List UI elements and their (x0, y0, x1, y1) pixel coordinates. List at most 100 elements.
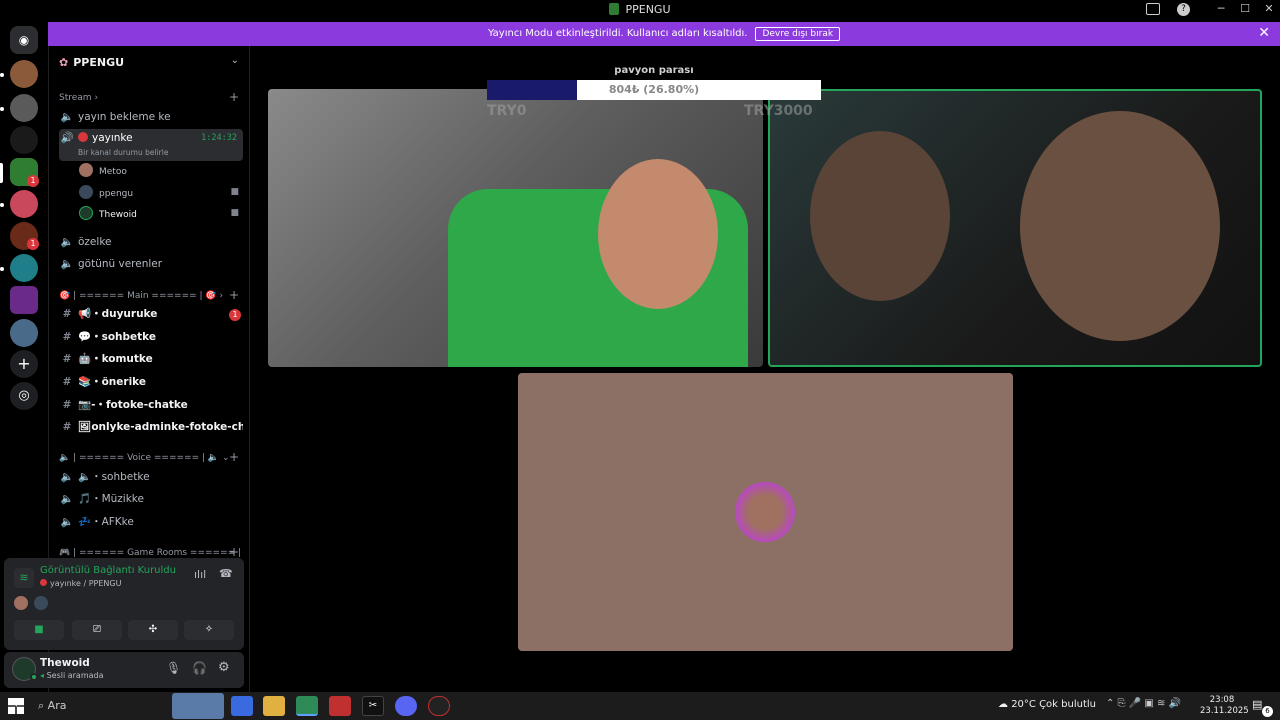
text-channel[interactable]: # 📢・duyuruke (59, 304, 243, 324)
clock[interactable]: 23:08 23.11.2025 (1200, 695, 1249, 717)
video-tile[interactable] (268, 89, 763, 367)
online-status-icon (30, 673, 38, 681)
noise-suppression-icon[interactable]: ılıl (194, 568, 206, 581)
voice-location[interactable]: yayınke / PPENGU (40, 579, 121, 588)
category-voice[interactable]: 🔈 | ====== Voice ====== | 🔈 ⌄ (59, 453, 230, 463)
maximize-button[interactable]: ☐ (1236, 2, 1254, 18)
search-icon: ⌕ (38, 699, 48, 712)
text-channel[interactable]: # 💬・sohbetke (59, 327, 243, 347)
app-icon[interactable] (329, 696, 351, 716)
unread-pip (0, 267, 4, 271)
discord-home-icon[interactable]: ◉ (10, 26, 38, 54)
app-logo-icon (609, 3, 620, 15)
weather-widget[interactable]: ☁ 20°C Çok bulutlu (998, 699, 1096, 710)
copilot-icon[interactable] (231, 696, 253, 716)
avatar (14, 596, 28, 610)
category-main[interactable]: 🎯 | ====== Main ====== | 🎯 › (59, 291, 223, 301)
disconnect-icon[interactable]: ☎ (219, 567, 233, 580)
server-icon[interactable] (10, 94, 38, 122)
discover-icon[interactable]: ◎ (10, 382, 38, 410)
category-stream[interactable]: Stream › (59, 93, 98, 103)
voice-user[interactable]: ppengu (79, 185, 133, 203)
voice-channel[interactable]: 🔈 yayın bekleme ke (59, 107, 243, 127)
user-panel: Thewoid ◂ Sesli aramada 🎙 🎧 ⚙ (4, 652, 244, 688)
user-status: ◂ Sesli aramada (40, 671, 104, 680)
tray-icons[interactable]: ⌃ ⎘ 🎤 ▣ ≋ 🔊 (1106, 698, 1181, 709)
call-timer: 1:24:32 (201, 133, 237, 143)
goal-max-label: TRY3000 (744, 103, 813, 119)
activities-button[interactable]: ✣ (128, 620, 178, 640)
text-channel[interactable]: # 🤖・komutke (59, 349, 243, 369)
server-icon[interactable] (10, 319, 38, 347)
notification-icon[interactable]: ▤ (1252, 698, 1262, 711)
add-channel-icon[interactable]: + (229, 288, 239, 302)
windows-start-icon[interactable] (8, 698, 24, 714)
settings-gear-icon[interactable]: ⚙ (218, 660, 230, 675)
text-channel[interactable]: # 📷-・fotoke-chatke (59, 395, 243, 415)
username[interactable]: Thewoid (40, 657, 90, 669)
disable-streamer-mode-button[interactable]: Devre dışı bırak (755, 27, 841, 41)
headphones-icon[interactable]: 🎧 (192, 661, 207, 675)
microphone-icon[interactable]: 🎙 (166, 661, 181, 675)
selected-server-pip (0, 163, 3, 183)
hash-icon: # (62, 331, 72, 343)
signal-icon[interactable]: ≋ (14, 568, 34, 588)
widgets-thumbnail[interactable] (172, 693, 224, 719)
banner-close-icon[interactable]: ✕ (1258, 25, 1270, 41)
camera-toggle-button[interactable]: ■ (14, 620, 64, 640)
search-box[interactable]: ⌕ Ara (38, 699, 66, 713)
obs-icon[interactable] (428, 696, 450, 716)
donation-goal-text: 804₺ (26.80%) (608, 83, 700, 96)
voice-channel[interactable]: 🔈 özelke (59, 232, 243, 252)
voice-status[interactable]: Görüntülü Bağlantı Kuruldu (40, 565, 176, 576)
live-dot-icon (78, 132, 88, 142)
avatar-tile[interactable] (518, 373, 1013, 651)
server-boost-icon: ✿ (59, 56, 69, 69)
close-window-button[interactable]: ✕ (1260, 2, 1278, 18)
voice-user[interactable]: Metoo (79, 163, 127, 181)
minimize-button[interactable]: ─ (1212, 2, 1230, 18)
text-channel[interactable]: # 📚・önerike (59, 372, 243, 392)
live-dot-icon (40, 579, 47, 586)
add-channel-icon[interactable]: + (229, 90, 239, 104)
chrome-icon[interactable] (296, 696, 318, 716)
soundboard-button[interactable]: ✧ (184, 620, 234, 640)
server-icon[interactable] (10, 60, 38, 88)
voice-user[interactable]: Thewoid (79, 206, 137, 224)
goal-min-label: TRY0 (487, 103, 527, 119)
streamer-mode-banner: Yayıncı Modu etkinleştirildi. Kullanıcı … (48, 22, 1280, 46)
unread-pip (0, 73, 4, 77)
channel-status[interactable]: Bir kanal durumu belirle (78, 144, 168, 162)
add-channel-icon[interactable]: + (229, 545, 239, 559)
avatar (79, 185, 93, 199)
server-header[interactable]: ✿ PPENGU (59, 56, 124, 69)
help-icon[interactable]: ? (1177, 3, 1190, 16)
donation-goal-bar: 804₺ (26.80%) (487, 80, 821, 100)
inbox-icon[interactable] (1146, 3, 1160, 15)
hash-icon: # (62, 421, 72, 433)
voice-channel[interactable]: 🔈 götünü verenler (59, 254, 243, 274)
speaker-icon: 🔈 (60, 258, 74, 270)
voice-channel[interactable]: 🔈 💤・AFKke (59, 512, 243, 532)
speaker-active-icon: 🔊 (60, 132, 74, 144)
discord-icon[interactable] (395, 696, 417, 716)
server-icon[interactable] (10, 286, 38, 314)
chevron-down-icon[interactable]: ⌄ (231, 55, 239, 66)
voice-channel-active[interactable]: 🔊 yayınke 1:24:32 Bir kanal durumu belirl… (59, 129, 243, 161)
donation-goal-title: pavyon parası (614, 65, 694, 76)
add-server-icon[interactable]: + (10, 350, 38, 378)
add-channel-icon[interactable]: + (229, 450, 239, 464)
voice-channel[interactable]: 🔈 🎵・Müzikke (59, 489, 243, 509)
server-icon[interactable] (10, 254, 38, 282)
text-channel[interactable]: #🖼onlyke-adminke-fotoke-chat... (59, 417, 243, 437)
hash-icon: # (62, 353, 72, 365)
voice-channel[interactable]: 🔈 🔈・sohbetke (59, 467, 243, 487)
file-explorer-icon[interactable] (263, 696, 285, 716)
screen-share-button[interactable]: ⎚ (72, 620, 122, 640)
capcut-icon[interactable]: ✂ (362, 696, 384, 716)
video-tile-speaking[interactable] (768, 89, 1262, 367)
server-icon[interactable] (10, 190, 38, 218)
speaker-icon: 🔈 (60, 493, 74, 505)
camera-icon: ■ (230, 208, 239, 218)
server-icon[interactable] (10, 126, 38, 154)
